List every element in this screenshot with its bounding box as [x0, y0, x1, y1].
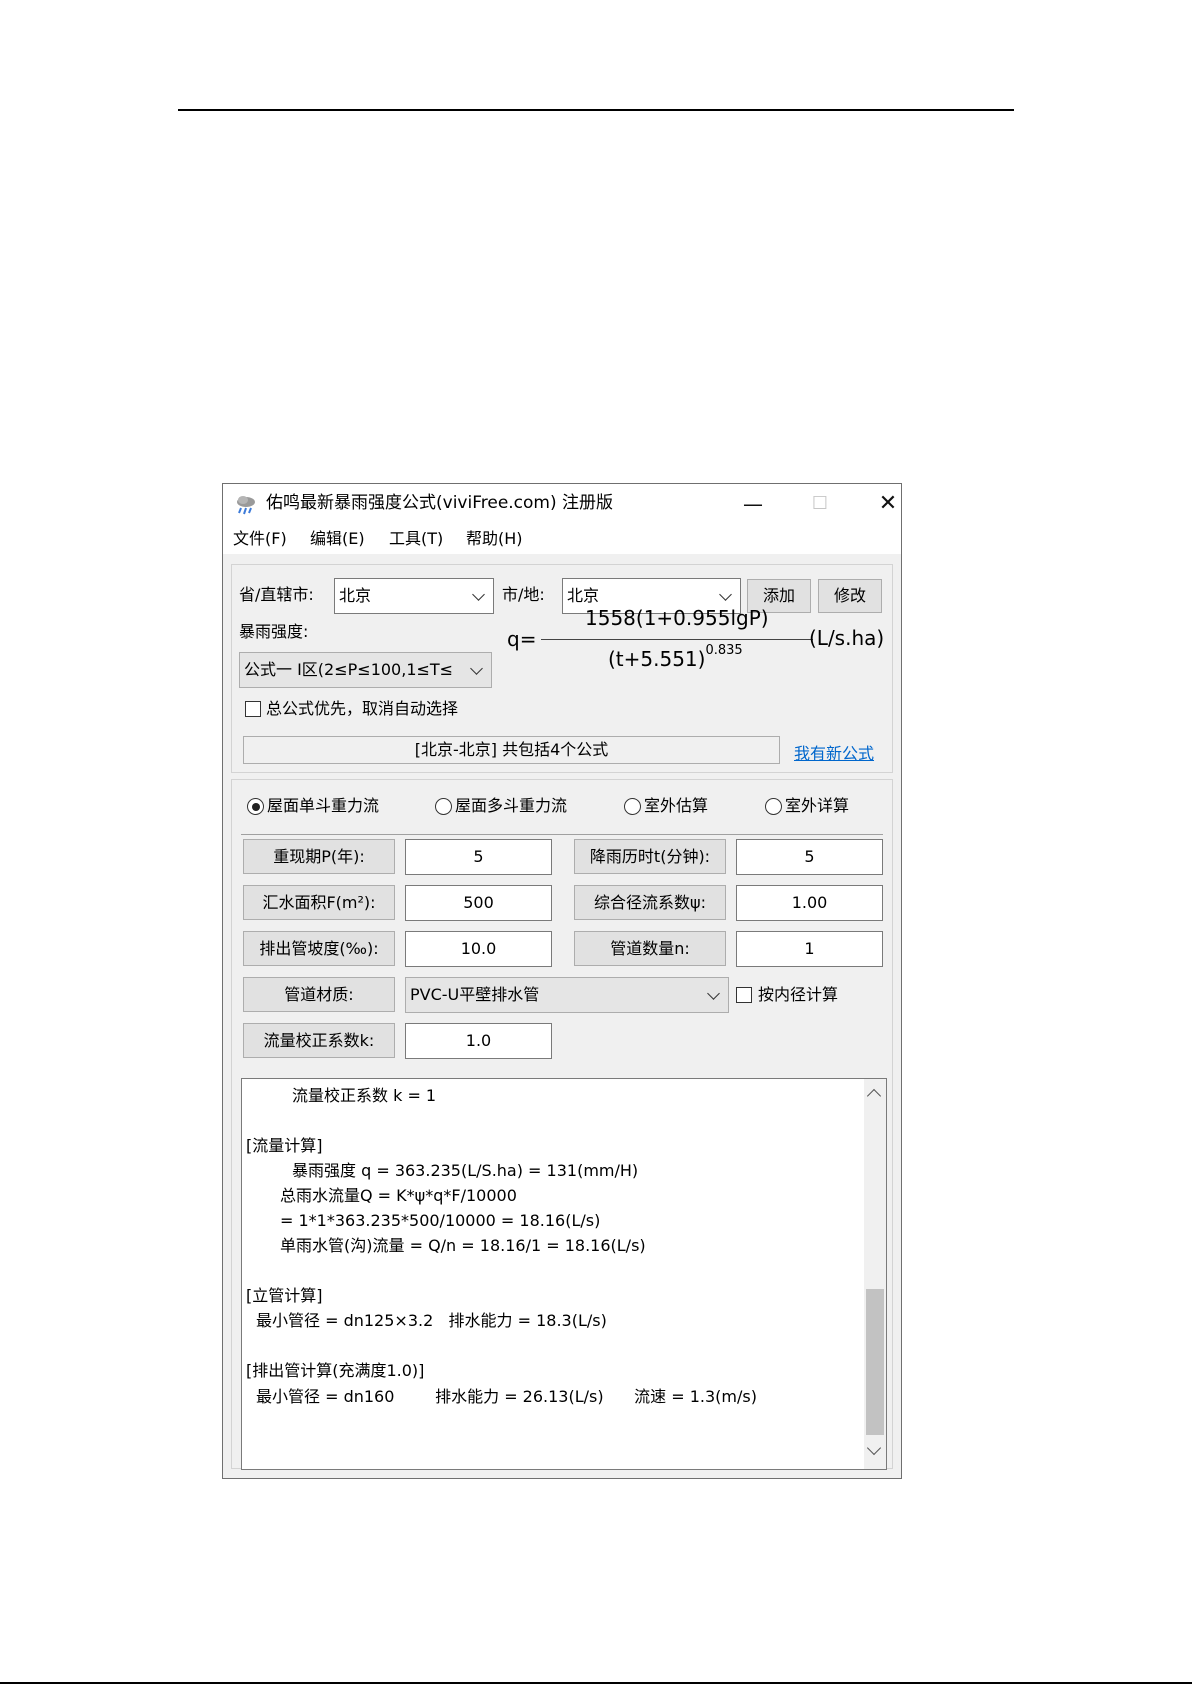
mode-radio-outdoor-estimate[interactable] [624, 798, 641, 815]
chevron-down-icon [470, 662, 483, 675]
slope-button[interactable]: 排出管坡度(‰): [243, 931, 395, 966]
result-line: 最小管径 = dn125×3.2 排水能力 = 18.3(L/s) [256, 1311, 607, 1330]
formula-priority-checkbox[interactable] [245, 701, 261, 717]
chevron-down-icon [719, 588, 732, 601]
province-select[interactable]: 北京 [334, 578, 494, 614]
result-scrollbar[interactable] [864, 1079, 886, 1469]
mode-label-multi-gravity: 屋面多斗重力流 [455, 796, 568, 815]
runoff-coefficient-button[interactable]: 综合径流系数ψ: [574, 885, 726, 920]
bottom-rule [0, 1682, 1192, 1684]
result-line: = 1*1*363.235*500/10000 = 18.16(L/s) [280, 1211, 601, 1230]
minimize-button[interactable]: — [733, 490, 773, 518]
material-button[interactable]: 管道材质: [243, 977, 395, 1012]
menu-file[interactable]: 文件(F) [233, 528, 287, 550]
runoff-coefficient-input[interactable]: 1.00 [736, 885, 883, 921]
return-period-button[interactable]: 重现期P(年): [243, 839, 395, 874]
close-button[interactable]: ✕ [868, 490, 908, 518]
chevron-down-icon [472, 588, 485, 601]
menu-help[interactable]: 帮助(H) [466, 528, 523, 550]
correction-input[interactable]: 1.0 [405, 1023, 552, 1059]
scrollbar-thumb[interactable] [866, 1289, 884, 1435]
inner-diameter-label: 按内径计算 [758, 985, 839, 1004]
duration-input[interactable]: 5 [736, 839, 883, 875]
correction-button[interactable]: 流量校正系数k: [243, 1023, 395, 1058]
city-value: 北京 [567, 586, 600, 605]
menu-bar: 文件(F) 编辑(E) 工具(T) 帮助(H) [223, 524, 901, 554]
result-line: 单雨水管(沟)流量 = Q/n = 18.16/1 = 18.16(L/s) [280, 1236, 646, 1255]
menu-edit[interactable]: 编辑(E) [310, 528, 365, 550]
inner-diameter-checkbox[interactable] [736, 987, 752, 1003]
duration-button[interactable]: 降雨历时t(分钟): [574, 839, 726, 874]
formula-numerator: 1558(1+0.955lgP) [585, 606, 769, 630]
return-period-input[interactable]: 5 [405, 839, 552, 875]
result-line: 总雨水流量Q = K*ψ*q*F/10000 [280, 1186, 517, 1205]
intensity-label: 暴雨强度: [239, 622, 309, 641]
app-window: 佑鸣最新暴雨强度公式(viviFree.com) 注册版 — ☐ ✕ 文件(F)… [222, 483, 902, 1479]
area-button[interactable]: 汇水面积F(m²): [243, 885, 395, 920]
result-textbox[interactable]: 流量校正系数 k = 1 [流量计算] 暴雨强度 q = 363.235(L/S… [241, 1078, 887, 1470]
formula-select-value: 公式一 I区(2≤P≤100,1≤T≤ [244, 660, 454, 679]
top-rule [178, 109, 1014, 111]
formula-count-status: [北京-北京] 共包括4个公式 [243, 736, 780, 764]
formula-q: q= [507, 627, 537, 651]
mode-radio-outdoor-detail[interactable] [765, 798, 782, 815]
material-select[interactable]: PVC-U平壁排水管 [405, 977, 729, 1013]
mode-label-single-gravity: 屋面单斗重力流 [267, 796, 380, 815]
formula-denominator: (t+5.551)0.835 [608, 643, 743, 671]
slope-input[interactable]: 10.0 [405, 931, 552, 967]
mode-radio-single-gravity[interactable] [247, 798, 264, 815]
mode-radio-multi-gravity[interactable] [435, 798, 452, 815]
mode-label-outdoor-estimate: 室外估算 [644, 796, 709, 815]
menu-tools[interactable]: 工具(T) [389, 528, 443, 550]
window-title: 佑鸣最新暴雨强度公式(viviFree.com) 注册版 [266, 493, 614, 513]
result-line: 暴雨强度 q = 363.235(L/S.ha) = 131(mm/H) [292, 1161, 639, 1180]
formula-select[interactable]: 公式一 I区(2≤P≤100,1≤T≤ [239, 652, 492, 688]
province-label: 省/直辖市: [239, 585, 314, 604]
scroll-down-arrow-icon[interactable] [866, 1440, 882, 1456]
mode-label-outdoor-detail: 室外详算 [785, 796, 850, 815]
province-value: 北京 [339, 586, 372, 605]
scroll-up-arrow-icon[interactable] [866, 1088, 882, 1104]
chevron-down-icon [707, 987, 720, 1000]
area-input[interactable]: 500 [405, 885, 552, 921]
new-formula-link[interactable]: 我有新公式 [794, 740, 874, 764]
pipe-count-button[interactable]: 管道数量n: [574, 931, 726, 966]
title-bar[interactable]: 佑鸣最新暴雨强度公式(viviFree.com) 注册版 — ☐ ✕ [223, 484, 901, 524]
material-value: PVC-U平壁排水管 [410, 985, 540, 1004]
result-line: [排出管计算(充满度1.0)] [246, 1361, 425, 1380]
formula-unit: (L/s.ha) [809, 626, 885, 650]
rain-cloud-icon [237, 496, 255, 515]
formula-priority-label: 总公式优先，取消自动选择 [266, 699, 459, 718]
result-line: [流量计算] [246, 1136, 323, 1155]
mode-separator [241, 834, 883, 835]
pipe-count-input[interactable]: 1 [736, 931, 883, 967]
modify-button[interactable]: 修改 [818, 579, 882, 613]
result-line: 最小管径 = dn160 排水能力 = 26.13(L/s) 流速 = 1.3(… [256, 1387, 757, 1406]
maximize-button[interactable]: ☐ [800, 490, 840, 518]
fraction-line [541, 639, 813, 640]
result-line: [立管计算] [246, 1286, 323, 1305]
city-label: 市/地: [502, 585, 545, 604]
result-line: 流量校正系数 k = 1 [292, 1086, 437, 1105]
